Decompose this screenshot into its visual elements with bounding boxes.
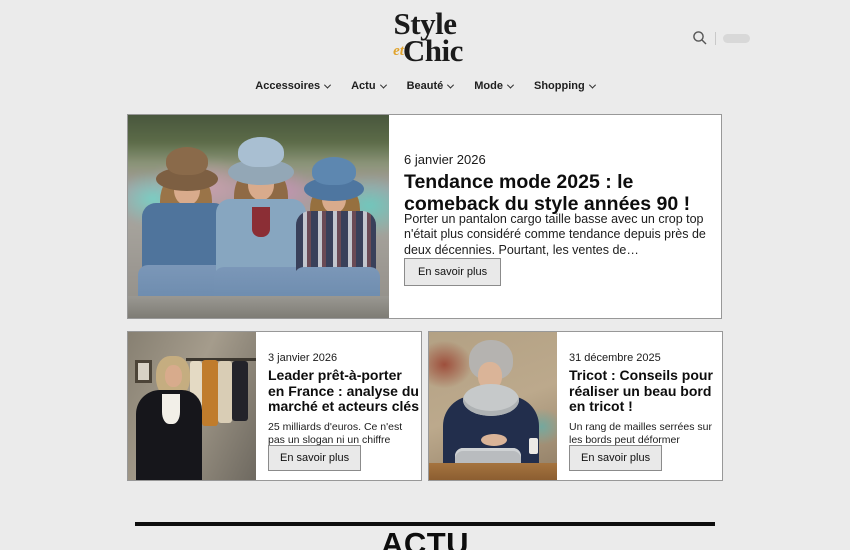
article-excerpt: Porter un pantalon cargo taille basse av… [404,212,716,258]
nav-item-beaute[interactable]: Beauté [403,78,458,94]
header-pill-button[interactable] [723,34,750,43]
logo-chic: Chic [403,33,463,68]
logo-line2: etChic [387,36,463,65]
nav-label: Actu [351,80,375,92]
garment [202,360,218,426]
wooden-table [429,463,557,480]
nav-item-shopping[interactable]: Shopping [530,78,599,94]
read-more-button[interactable]: En savoir plus [569,445,662,471]
article-date: 6 janvier 2026 [404,152,486,167]
article-date: 31 décembre 2025 [569,352,661,364]
hero-article-card: 6 janvier 2026 Tendance mode 2025 : le c… [127,114,722,319]
chevron-down-icon [507,81,514,88]
hat [238,137,284,167]
red-top [252,207,270,237]
page: Style etChic Accessoires Actu Beauté Mod… [0,0,850,550]
nav-item-mode[interactable]: Mode [470,78,517,94]
nav-item-accessoires[interactable]: Accessoires [251,78,334,94]
nav-item-actu[interactable]: Actu [347,78,389,94]
hat [166,147,208,175]
garment [232,361,248,421]
chevron-down-icon [447,81,454,88]
chevron-down-icon [589,81,596,88]
article-card: 3 janvier 2026 Leader prêt-à-porter en F… [127,331,422,481]
hands [481,434,507,446]
hat [312,157,356,185]
concrete-ledge [128,296,389,318]
face [165,365,182,387]
chevron-down-icon [380,81,387,88]
white-shirt [162,394,180,424]
search-icon[interactable] [692,30,708,46]
section-title-actu: ACTU [0,526,850,550]
article-title[interactable]: Tendance mode 2025 : le comeback du styl… [404,171,699,215]
header-divider [715,32,716,45]
nav-label: Accessoires [255,80,320,92]
read-more-button[interactable]: En savoir plus [268,445,361,471]
article-card: 31 décembre 2025 Tricot : Conseils pour … [428,331,723,481]
article-date: 3 janvier 2026 [268,352,337,364]
nav-label: Shopping [534,80,585,92]
header-actions [692,30,750,46]
read-more-button[interactable]: En savoir plus [404,258,501,286]
hero-article-image[interactable] [128,115,389,318]
garment [218,361,232,423]
site-logo[interactable]: Style etChic [387,8,463,65]
chevron-down-icon [324,81,331,88]
article-title[interactable]: Leader prêt-à-porter en France : analyse… [268,368,420,415]
main-nav: Accessoires Actu Beauté Mode Shopping [0,78,850,94]
article-title[interactable]: Tricot : Conseils pour réaliser un beau … [569,368,721,415]
nav-label: Mode [474,80,503,92]
knitted-scarf [463,384,519,416]
article-image[interactable] [128,332,256,480]
wall-frame [135,360,152,383]
nav-label: Beauté [407,80,444,92]
article-image[interactable] [429,332,557,480]
cup [529,438,538,454]
